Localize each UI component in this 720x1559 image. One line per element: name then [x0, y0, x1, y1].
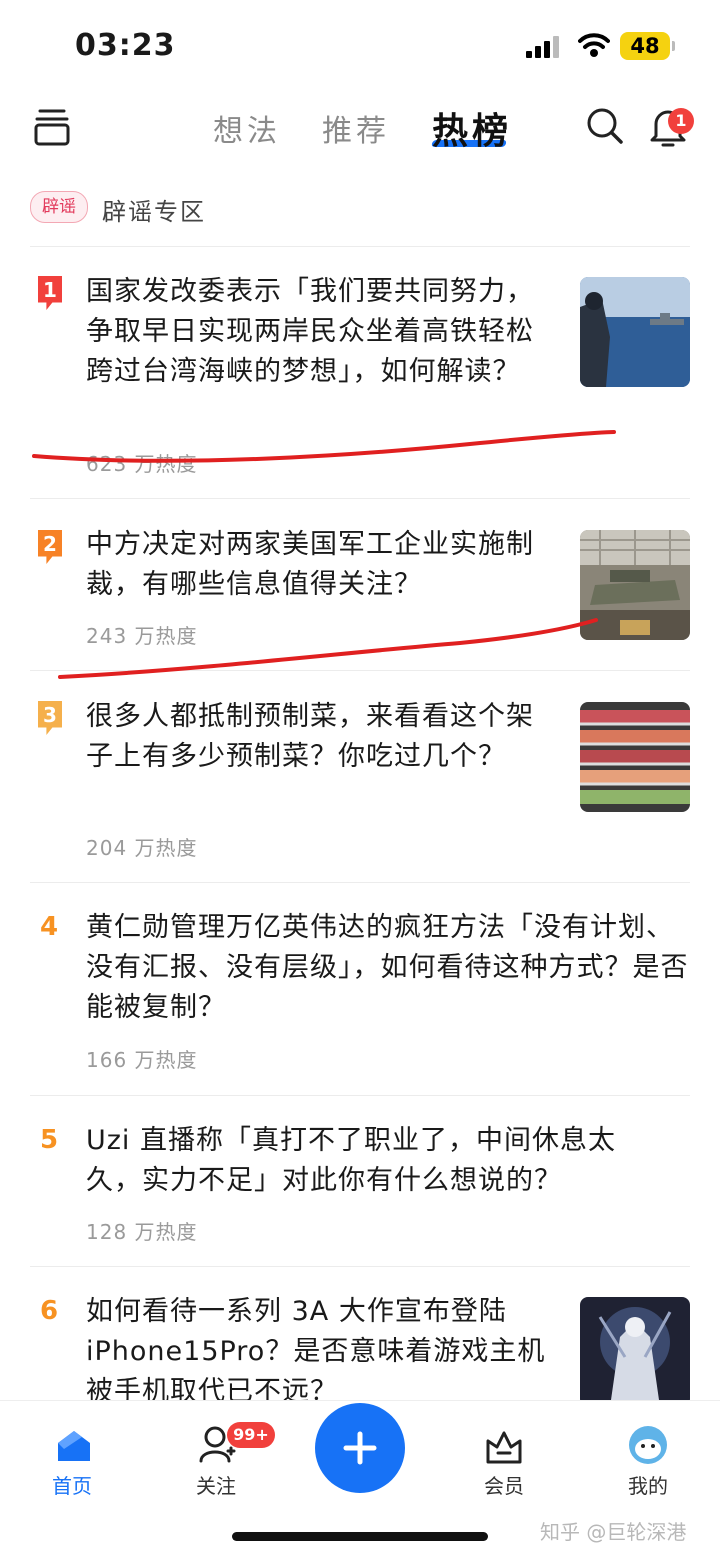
avatar[interactable]: [628, 1425, 668, 1465]
follow-count-badge: 99+: [227, 1422, 275, 1448]
home-icon[interactable]: [54, 1427, 94, 1465]
nav-mine[interactable]: 我的: [608, 1470, 688, 1499]
handwritten-annotation: [32, 430, 616, 679]
watermark: 知乎 @巨轮深港: [540, 1520, 687, 1544]
nav-vip[interactable]: 会员: [464, 1470, 544, 1499]
plus-icon: [343, 1431, 377, 1465]
vip-crown-icon[interactable]: [485, 1427, 523, 1465]
home-indicator[interactable]: [232, 1532, 488, 1541]
nav-home[interactable]: 首页: [32, 1470, 112, 1499]
nav-follow[interactable]: 关注: [176, 1470, 256, 1499]
